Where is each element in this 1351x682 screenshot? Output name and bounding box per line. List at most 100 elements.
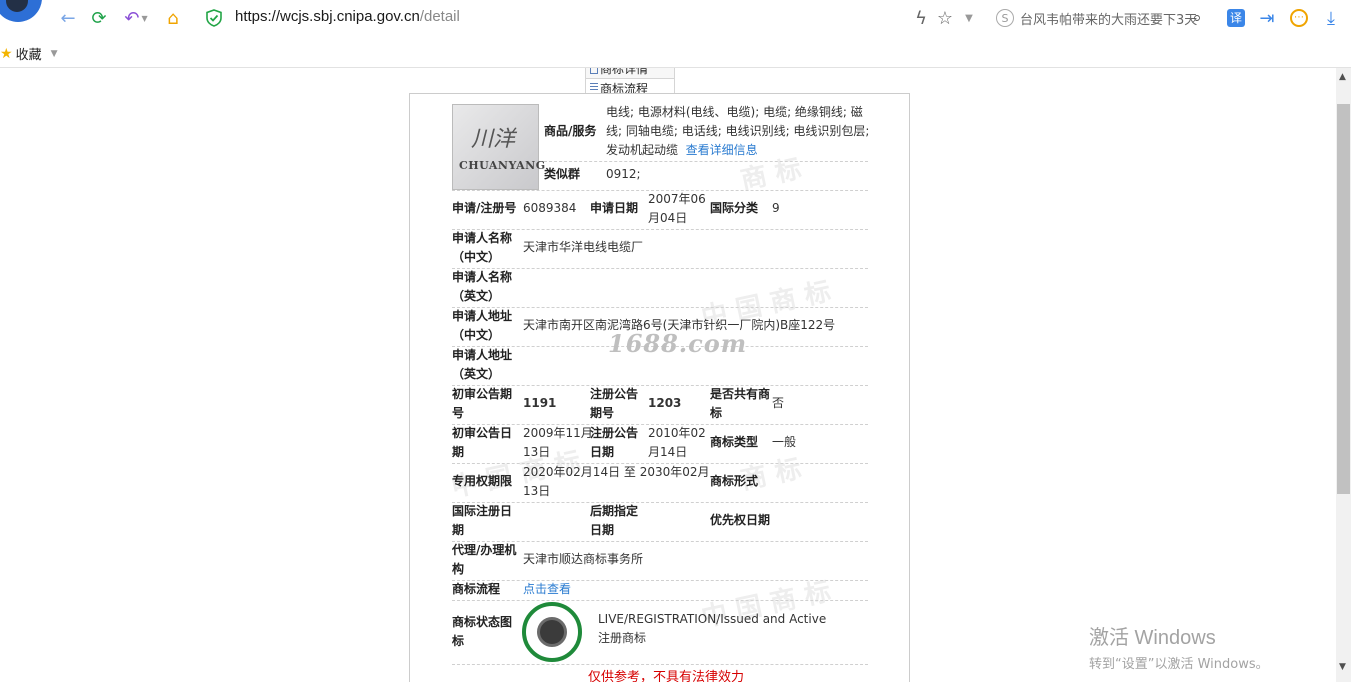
trademark-logo-cn: 川洋	[471, 127, 516, 152]
row-divider	[452, 502, 868, 503]
trademark-image: 川洋 CHUANYANG	[452, 104, 545, 190]
applicant-cn-label: 申请人名称	[452, 231, 513, 245]
reg-no-value: 6089384	[523, 201, 577, 215]
apply-date-line2: 月04日	[648, 211, 688, 225]
reg-no-label: 申请/注册号	[452, 201, 517, 215]
page-content: 商标详情 商标流程 商 标 中 国 商 标 商 标 中 国 商 标 中 国 商 …	[0, 68, 1336, 682]
goods-services-line1: 电线; 电源材料(电线、电缆); 电缆; 绝缘铜线; 磁	[606, 105, 863, 119]
row-divider	[452, 600, 868, 601]
page-scrollbar[interactable]: ▲ ▼	[1336, 68, 1351, 682]
status-label: 商标状态图	[452, 615, 513, 629]
applicant-cn-value: 天津市华洋电线电缆厂	[523, 240, 644, 254]
intl-class-label: 国际分类	[710, 201, 759, 215]
activation-subtitle: 转到“设置”以激活 Windows。	[1089, 657, 1269, 672]
address-bar[interactable]: https://wcjs.sbj.cnipa.gov.cn/detail	[235, 8, 460, 25]
reg-issue-label: 注册公告	[590, 387, 639, 401]
search-engine-icon: S	[996, 9, 1014, 27]
document-icon	[590, 68, 598, 74]
prelim-date-line1: 2009年11月	[523, 426, 593, 440]
favorite-star-icon[interactable]: ☆	[934, 6, 956, 30]
agent-label: 代理/办理机	[452, 543, 517, 557]
apply-date-label: 申请日期	[590, 201, 639, 215]
agent-value: 天津市顺达商标事务所	[523, 552, 644, 566]
reg-date-label-suffix: 日期	[590, 445, 615, 459]
bookmarks-menu[interactable]: ★ 收藏 ▼	[0, 44, 58, 64]
download-icon[interactable]: ⤓	[1320, 6, 1342, 30]
secure-shield-icon	[206, 9, 222, 27]
row-divider	[452, 664, 868, 665]
emoji-icon[interactable]: ⋯	[1288, 6, 1310, 30]
search-box[interactable]: S 台风韦帕带来的大雨还要下3天	[992, 5, 1214, 31]
agent-label-suffix: 构	[452, 562, 465, 576]
login-icon[interactable]: ⇥	[1256, 6, 1278, 30]
shared-mark-label-suffix: 标	[710, 406, 723, 420]
mark-form-label: 商标形式	[710, 474, 759, 488]
mark-type-value: 一般	[772, 435, 797, 449]
bookmarks-bar: ★ 收藏 ▼	[0, 36, 1351, 68]
back-icon[interactable]: ←	[58, 6, 78, 30]
reg-issue-value: 1203	[648, 396, 682, 410]
trademark-logo-en: CHUANYANG	[459, 159, 546, 172]
tab-trademark-detail[interactable]: 商标详情	[585, 68, 675, 79]
reg-date-line2: 月14日	[648, 445, 688, 459]
prelim-issue-label: 初审公告期	[452, 387, 513, 401]
url-path: /detail	[419, 8, 460, 25]
status-cn: 注册商标	[598, 631, 647, 645]
applicant-cn-label-suffix: （中文）	[452, 250, 501, 264]
row-divider	[452, 268, 868, 269]
search-input[interactable]: 台风韦帕带来的大雨还要下3天	[1020, 9, 1197, 28]
shared-mark-value: 否	[772, 396, 785, 410]
scroll-down-icon[interactable]: ▼	[1339, 662, 1346, 672]
status-badge-icon	[522, 602, 582, 662]
home-icon[interactable]: ⌂	[162, 6, 184, 30]
scroll-up-icon[interactable]: ▲	[1339, 72, 1346, 82]
windows-activation-watermark: 激活 Windows 转到“设置”以激活 Windows。	[1089, 621, 1269, 672]
process-link[interactable]: 点击查看	[523, 580, 571, 599]
reg-issue-label-suffix: 期号	[590, 406, 615, 420]
term-line2: 13日	[523, 484, 551, 498]
activation-title: 激活 Windows	[1089, 627, 1216, 649]
term-label: 专用权期限	[452, 474, 513, 488]
intl-class-value: 9	[772, 201, 780, 215]
shared-mark-label: 是否共有商	[710, 387, 771, 401]
similar-group-value: 0912;	[606, 167, 641, 181]
address-cn-label: 申请人地址	[452, 309, 513, 323]
trademark-detail-card: 商 标 中 国 商 标 商 标 中 国 商 标 中 国 商 标 川洋 CHUAN…	[409, 93, 910, 682]
reg-date-label: 注册公告	[590, 426, 639, 440]
priority-date-label: 优先权日期	[710, 513, 771, 527]
address-en-label-suffix: （英文）	[452, 367, 501, 381]
prelim-date-label: 初审公告日	[452, 426, 513, 440]
row-divider	[452, 307, 868, 308]
browser-toolbar: ← ⟳ ↶ ▼ ⌂ https://wcjs.sbj.cnipa.gov.cn/d…	[0, 0, 1351, 36]
list-icon	[590, 83, 598, 92]
view-detail-link[interactable]: 查看详细信息	[686, 143, 758, 157]
later-designation-label-suffix: 日期	[590, 523, 615, 537]
status-en: LIVE/REGISTRATION/Issued and Active	[598, 612, 827, 626]
later-designation-label: 后期指定	[590, 504, 639, 518]
prelim-issue-label-suffix: 号	[452, 406, 465, 420]
chevron-down-icon: ▼	[50, 48, 58, 59]
undo-close-icon[interactable]: ↶ ▼	[120, 6, 152, 30]
translate-icon[interactable]: 译	[1225, 6, 1247, 30]
process-label: 商标流程	[452, 582, 501, 596]
watermark-1688: 1688.com	[608, 329, 748, 358]
scroll-thumb[interactable]	[1337, 104, 1350, 494]
term-line1: 2020年02月14日 至 2030年02月	[523, 465, 710, 479]
medal-icon	[537, 617, 567, 647]
refresh-icon[interactable]: ⟳	[88, 6, 110, 30]
intl-reg-date-label: 国际注册日	[452, 504, 513, 518]
goods-services-line2: 线; 同轴电缆; 电话线; 电线识别线; 电线识别包层;	[606, 124, 870, 138]
reg-date-line1: 2010年02	[648, 426, 706, 440]
bookmarks-label: 收藏	[15, 48, 42, 63]
star-icon: ★	[0, 45, 13, 62]
row-divider	[452, 229, 868, 230]
address-cn-label-suffix: （中文）	[452, 328, 501, 342]
browser-logo[interactable]	[0, 0, 42, 22]
applicant-en-label-suffix: （英文）	[452, 289, 501, 303]
search-icon[interactable]: ⌕	[1187, 6, 1207, 30]
prelim-date-line2: 13日	[523, 445, 551, 459]
lightning-icon[interactable]: ϟ	[910, 6, 932, 30]
address-en-label: 申请人地址	[452, 348, 513, 362]
disclaimer: 仅供参考，不具有法律效力	[588, 670, 745, 682]
dropdown-caret-icon[interactable]: ▼	[960, 6, 978, 30]
